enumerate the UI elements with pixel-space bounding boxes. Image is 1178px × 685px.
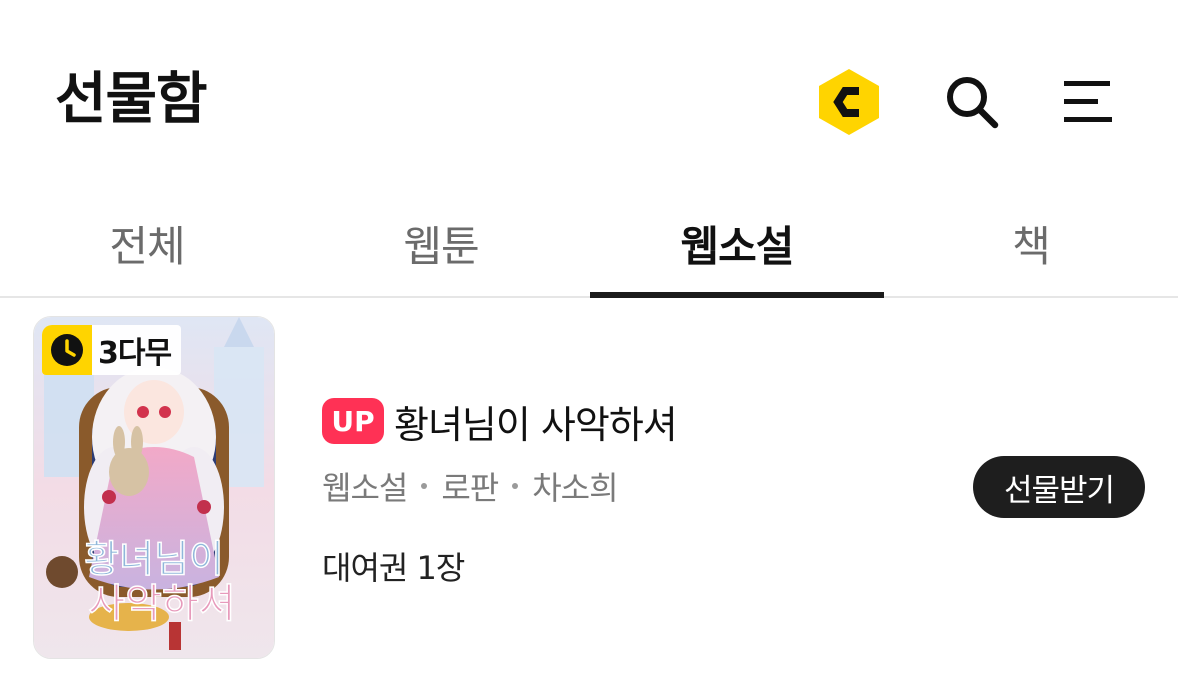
page-title: 선물함 <box>55 67 208 132</box>
item-meta: 웹소설 로판 차소희 <box>322 463 619 509</box>
tab-webnovel[interactable]: 웹소설 <box>590 190 884 296</box>
top-header: 선물함 <box>0 0 1178 190</box>
tab-book[interactable]: 책 <box>884 190 1178 296</box>
cover-title-line-1: 황녀님이 <box>84 537 224 581</box>
menu-button[interactable] <box>1053 66 1125 138</box>
receive-gift-button[interactable]: 선물받기 <box>973 456 1145 518</box>
meta-author: 차소희 <box>532 469 618 507</box>
wait-free-badge: 3다무 <box>42 325 182 375</box>
tab-webtoon[interactable]: 웹툰 <box>294 190 588 296</box>
clock-icon-wrap <box>42 325 92 375</box>
gift-list-item[interactable]: 황녀님이 사악하셔 3다무 UP 황녀님이 사악하셔 웹소설 로판 차소희 대여… <box>0 298 1178 685</box>
up-badge: UP <box>322 398 384 444</box>
category-tabs: 전체 웹툰 웹소설 책 <box>0 190 1178 298</box>
search-icon <box>947 77 999 129</box>
meta-separator <box>512 483 519 489</box>
title-row: UP 황녀님이 사악하셔 <box>322 394 678 449</box>
coin-button[interactable] <box>813 66 885 138</box>
wait-free-label: 3다무 <box>98 336 172 371</box>
book-cover[interactable]: 황녀님이 사악하셔 3다무 <box>33 316 275 659</box>
menu-icon <box>1064 81 1112 122</box>
meta-separator <box>421 483 428 489</box>
cover-title-line-2: 사악하셔 <box>88 581 235 627</box>
clock-icon <box>51 334 83 366</box>
meta-genre: 로판 <box>441 469 499 507</box>
meta-category: 웹소설 <box>322 469 408 507</box>
item-title[interactable]: 황녀님이 사악하셔 <box>394 394 678 449</box>
tab-all[interactable]: 전체 <box>0 190 294 296</box>
rental-ticket-count: 대여권 1장 <box>322 549 465 587</box>
search-button[interactable] <box>936 66 1008 138</box>
coin-icon <box>819 69 879 135</box>
